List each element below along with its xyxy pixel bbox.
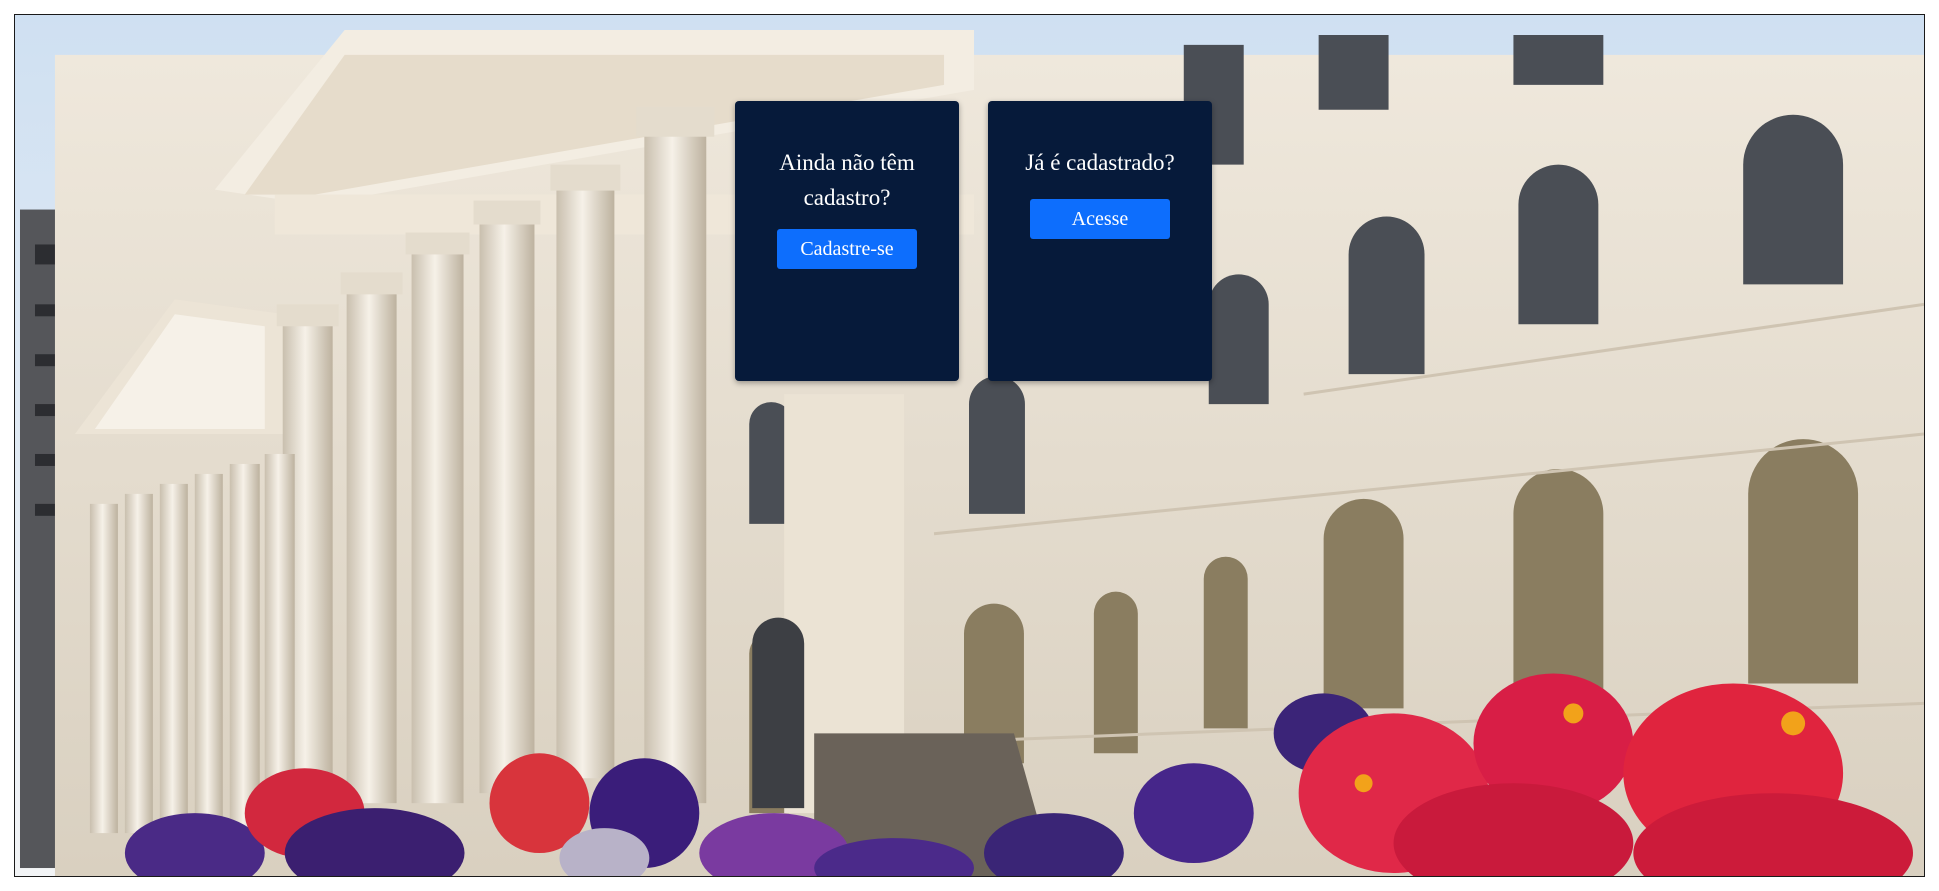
login-button[interactable]: Acesse — [1030, 199, 1170, 239]
signup-card: Ainda não têm cadastro? Cadastre-se — [735, 101, 959, 381]
background-photo — [15, 15, 1924, 876]
signup-question: Ainda não têm cadastro? — [779, 150, 915, 210]
login-card: Já é cadastrado? Acesse — [988, 101, 1212, 381]
page-frame: Ainda não têm cadastro? Cadastre-se Já é… — [14, 14, 1925, 877]
signup-button[interactable]: Cadastre-se — [777, 229, 917, 269]
university-building-image — [15, 15, 1924, 876]
